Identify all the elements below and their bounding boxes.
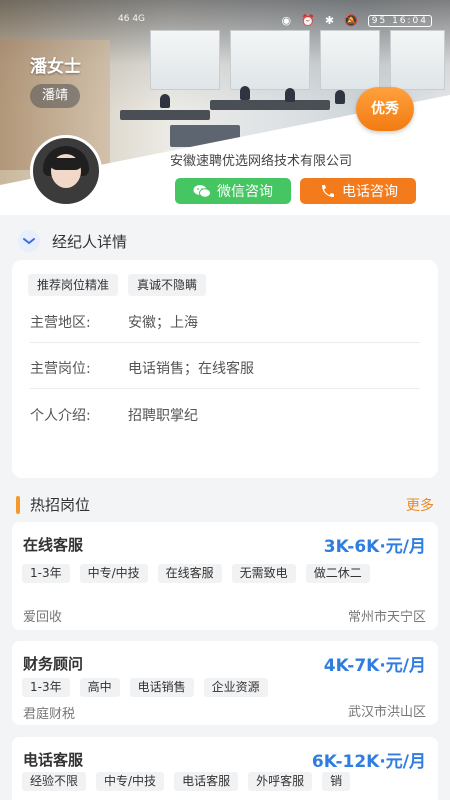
hot-jobs-header: 热招岗位 (16, 494, 90, 515)
job-salary: 3K-6K·元/月 (323, 537, 426, 557)
job-card[interactable]: 财务顾问 4K-7K·元/月 1-3年 高中 电话销售 企业资源 君庭财税 武汉… (12, 641, 438, 725)
job-title: 财务顾问 (23, 655, 84, 673)
status-bar-battery-time: 95 16:04 (367, 14, 432, 27)
agent-nickname-tag: 潘靖 (30, 84, 81, 108)
company-name: 安徽速聘优选网络技术有限公司 (170, 154, 353, 169)
job-card[interactable]: 在线客服 3K-6K·元/月 1-3年 中专/中技 在线客服 无需致电 做二休二… (12, 522, 438, 630)
alarm-icon: ⏰ (301, 14, 317, 27)
detail-key: 个人介绍: (30, 408, 91, 424)
detail-value: 电话销售；在线客服 (128, 361, 254, 377)
detail-key: 主营岗位: (30, 361, 91, 377)
wechat-consult-button[interactable]: 微信咨询 (175, 178, 291, 204)
job-title: 在线客服 (23, 536, 84, 554)
status-bar-network: 46 4G (118, 14, 146, 24)
job-tag: 1-3年 (22, 678, 70, 697)
hot-jobs-title: 热招岗位 (30, 496, 91, 514)
job-tag: 企业资源 (203, 678, 268, 697)
job-company: 爱回收 (23, 610, 63, 625)
job-tag: 在线客服 (157, 564, 222, 583)
agent-details-card: 推荐岗位精准 真诚不隐瞒 主营地区: 安徽；上海 主营岗位: 电话销售；在线客服… (12, 260, 438, 478)
phone-consult-label: 电话咨询 (342, 184, 398, 200)
divider (30, 342, 420, 343)
phone-consult-button[interactable]: 电话咨询 (300, 178, 416, 204)
job-tags: 1-3年 中专/中技 在线客服 无需致电 做二休二 (22, 564, 422, 583)
mute-icon: 🔕 (344, 14, 360, 27)
excellent-badge: 优秀 (356, 87, 414, 131)
job-tag: 经验不限 (22, 772, 87, 791)
agent-name: 潘女士 (30, 57, 81, 77)
job-salary: 6K-12K·元/月 (311, 752, 426, 772)
chevron-down-icon (18, 230, 40, 252)
job-tag: 中专/中技 (79, 564, 148, 583)
job-tag: 1-3年 (22, 564, 70, 583)
detail-row-intro: 个人介绍: 招聘职掌纪 (30, 405, 420, 425)
agent-header: 46 4G ◉ ⏰ ✱ 🔕 95 16:04 潘女士 潘靖 优秀 安徽速聘优选网… (0, 0, 450, 215)
job-tag: 无需致电 (231, 564, 296, 583)
section-accent-bar (16, 495, 20, 514)
more-link[interactable]: 更多 (406, 495, 434, 515)
agent-tags: 推荐岗位精准 真诚不隐瞒 (28, 274, 207, 296)
agent-details-title: 经纪人详情 (52, 232, 128, 251)
job-company: 君庭财税 (23, 707, 76, 722)
job-tag: 高中 (79, 678, 120, 697)
job-tag: 做二休二 (305, 564, 370, 583)
job-tags: 1-3年 高中 电话销售 企业资源 (22, 678, 422, 697)
job-tag: 电话客服 (174, 772, 239, 791)
detail-row-positions: 主营岗位: 电话销售；在线客服 (30, 358, 420, 378)
job-tag: 电话销售 (129, 678, 194, 697)
job-card[interactable]: 电话客服 6K-12K·元/月 经验不限 中专/中技 电话客服 外呼客服 销 (12, 737, 438, 800)
detail-value: 安徽；上海 (128, 315, 198, 331)
job-location: 武汉市洪山区 (347, 705, 426, 720)
job-tags: 经验不限 中专/中技 电话客服 外呼客服 销 (22, 772, 422, 791)
detail-value: 招聘职掌纪 (128, 408, 198, 424)
detail-row-region: 主营地区: 安徽；上海 (30, 312, 420, 332)
phone-icon (322, 185, 334, 197)
agent-details-header: 经纪人详情 (18, 230, 127, 252)
agent-tag: 真诚不隐瞒 (128, 274, 207, 296)
job-salary: 4K-7K·元/月 (323, 656, 426, 676)
job-location: 常州市天宁区 (347, 610, 426, 625)
job-title: 电话客服 (23, 751, 84, 769)
status-bar: ◉ ⏰ ✱ 🔕 95 16:04 (282, 14, 432, 27)
detail-key: 主营地区: (30, 315, 91, 331)
eye-icon: ◉ (281, 14, 294, 27)
job-tag: 外呼客服 (248, 772, 313, 791)
wechat-icon (193, 185, 211, 198)
avatar (30, 135, 102, 207)
job-tag: 中专/中技 (96, 772, 165, 791)
wechat-consult-label: 微信咨询 (217, 184, 273, 200)
bluetooth-icon: ✱ (324, 14, 337, 27)
agent-tag: 推荐岗位精准 (28, 274, 119, 296)
job-tag: 销 (322, 772, 351, 791)
divider (30, 388, 420, 389)
